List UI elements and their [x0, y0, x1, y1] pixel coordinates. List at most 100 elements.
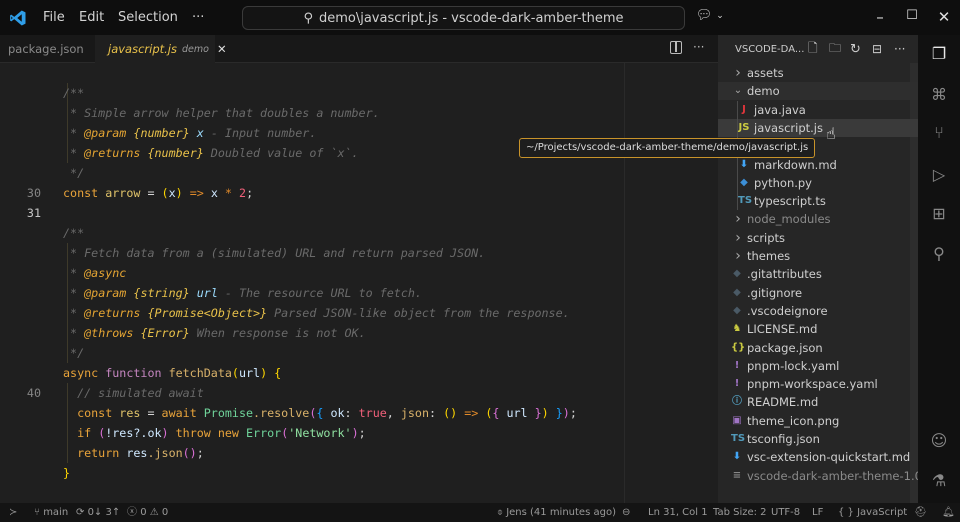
- code-token: .resolve: [253, 406, 310, 420]
- git-blame[interactable]: ⌽ Jens (41 minutes ago): [497, 503, 616, 522]
- code-token: */: [63, 166, 85, 180]
- line-number: 40: [26, 386, 41, 400]
- explorer-file[interactable]: ! pnpm-workspace.yaml: [718, 375, 918, 393]
- file-type-icon: ▣: [732, 414, 742, 426]
- menu-more[interactable]: ···: [192, 0, 204, 35]
- explorer-file[interactable]: Jjava.java: [718, 100, 918, 119]
- explorer-file[interactable]: ◆ .gitignore: [718, 284, 918, 302]
- end-of-line[interactable]: LF: [812, 503, 823, 522]
- chevron-down-icon[interactable]: ⌄: [710, 11, 730, 31]
- cursor-position[interactable]: Ln 31, Col 1: [648, 503, 708, 522]
- remote-indicator-icon[interactable]: ≻: [9, 503, 17, 522]
- maximize-button[interactable]: ☐: [902, 8, 922, 28]
- copilot-icon[interactable]: ⛑: [914, 503, 927, 522]
- file-type-icon: ◆: [733, 268, 741, 280]
- split-editor-icon[interactable]: [670, 41, 682, 54]
- code-token: When response is not OK.: [189, 326, 366, 340]
- run-debug-icon[interactable]: ▷: [929, 165, 949, 185]
- code-token: ;: [358, 426, 366, 440]
- explorer-folder[interactable]: › scripts: [718, 229, 918, 247]
- explorer-file[interactable]: TS typescript.ts: [718, 192, 918, 211]
- testing-flask-icon[interactable]: ⚗: [929, 471, 949, 491]
- explorer-file[interactable]: {} package.json: [718, 339, 918, 357]
- encoding[interactable]: UTF-8: [771, 503, 800, 522]
- refresh-icon[interactable]: ↻: [850, 42, 861, 57]
- zoom-out-icon[interactable]: ⊖: [622, 503, 630, 522]
- search-icon[interactable]: ⚲: [929, 244, 949, 264]
- code-token: url: [499, 406, 535, 420]
- file-label: javascript.js: [754, 120, 823, 135]
- code-token: throw: [168, 426, 211, 440]
- menu-selection[interactable]: Selection: [118, 0, 178, 35]
- tab-package-json[interactable]: package.json: [8, 35, 84, 63]
- explorer-file[interactable]: ⬇ markdown.md: [718, 155, 918, 174]
- explorer-file[interactable]: ◆ .vscodeignore: [718, 302, 918, 320]
- more-actions-icon[interactable]: ···: [894, 42, 905, 56]
- file-label: java.java: [754, 102, 806, 117]
- explorer-folder[interactable]: › node_modules: [718, 210, 918, 228]
- code-content: return res.json();: [63, 443, 204, 463]
- source-control-icon[interactable]: ⑂: [929, 123, 949, 143]
- code-token: - The resource URL to fetch.: [217, 286, 422, 300]
- explorer-file[interactable]: JS javascript.js: [718, 118, 918, 137]
- explorer-folder[interactable]: ⌄ demo: [718, 82, 918, 101]
- explorer-folder[interactable]: › themes: [718, 247, 918, 265]
- code-token: ): [175, 186, 183, 200]
- explorer-file[interactable]: ≡ vscode-dark-amber-theme-1.0.0....: [718, 467, 918, 485]
- error-count: 0: [140, 507, 147, 518]
- explorer-file[interactable]: ⓘ README.md: [718, 393, 918, 411]
- sync-indicator[interactable]: ⟳ 0↓ 3↑: [76, 503, 120, 522]
- code-token: {number}: [133, 126, 190, 140]
- file-type-icon: !: [734, 378, 740, 390]
- code-token: const: [63, 186, 99, 200]
- explorer-file[interactable]: ◆ python.py: [718, 173, 918, 192]
- remote-explorer-icon[interactable]: ⌘: [929, 85, 949, 105]
- code-token: ;: [196, 446, 204, 460]
- explorer-file[interactable]: ◆ .gitattributes: [718, 265, 918, 283]
- explorer-file[interactable]: ♞ LICENSE.md: [718, 320, 918, 338]
- language-label: JavaScript: [857, 507, 908, 518]
- extensions-icon[interactable]: ⊞: [929, 204, 949, 224]
- status-bar: ≻ ⑂ main ⟳ 0↓ 3↑ ⓧ 0 ⚠ 0 ⌽ Jens (41 minu…: [0, 503, 960, 522]
- branch-indicator[interactable]: ⑂ main: [34, 503, 68, 522]
- code-token: /**: [63, 86, 85, 100]
- notifications-bell-icon[interactable]: 🔔︎: [942, 503, 955, 522]
- code-token: 2: [239, 186, 247, 200]
- menu-file[interactable]: File: [43, 0, 65, 35]
- code-token: ,: [386, 406, 401, 420]
- explorer-file[interactable]: ▣ theme_icon.png: [718, 412, 918, 430]
- code-token: res: [112, 406, 141, 420]
- minimize-button[interactable]: –: [870, 8, 890, 28]
- code-token: .json: [147, 446, 183, 460]
- file-label: assets: [747, 66, 784, 80]
- menu-edit[interactable]: Edit: [79, 0, 104, 35]
- code-content: const res = await Promise.resolve({ ok: …: [63, 403, 577, 423]
- tab-size[interactable]: Tab Size: 2: [713, 503, 767, 522]
- more-actions-icon[interactable]: ···: [693, 40, 704, 54]
- close-window-button[interactable]: ✕: [934, 8, 954, 28]
- new-folder-icon[interactable]: 🗀︎: [829, 39, 841, 60]
- collapse-all-icon[interactable]: ⊟: [872, 42, 882, 56]
- code-token: @throws: [84, 326, 134, 340]
- code-editor[interactable]: /** * Simple arrow helper that doubles a…: [0, 63, 718, 503]
- explorer-folder[interactable]: › assets: [718, 64, 918, 82]
- tab-description: demo: [181, 43, 209, 55]
- close-icon[interactable]: ✕: [217, 42, 227, 56]
- language-mode[interactable]: { } JavaScript: [838, 503, 907, 522]
- command-center-search[interactable]: ⚲ demo\javascript.js - vscode-dark-amber…: [242, 6, 685, 30]
- line-number: 31: [26, 206, 41, 220]
- file-label: LICENSE.md: [747, 322, 818, 337]
- explorer-file[interactable]: ! pnpm-lock.yaml: [718, 357, 918, 375]
- problems-indicator[interactable]: ⓧ 0 ⚠ 0: [127, 503, 168, 522]
- code-token: (): [182, 446, 197, 460]
- explorer-files-icon[interactable]: ❐: [929, 44, 949, 64]
- code-line: */: [0, 343, 718, 363]
- explorer-file[interactable]: ⬇ vsc-extension-quickstart.md: [718, 448, 918, 466]
- code-token: *: [63, 126, 85, 140]
- account-icon[interactable]: ☺: [929, 431, 949, 451]
- new-file-icon[interactable]: 🗋︎: [808, 39, 818, 60]
- tab-javascript-js[interactable]: javascript.js demo ✕: [95, 35, 227, 63]
- explorer-file[interactable]: TS tsconfig.json: [718, 430, 918, 448]
